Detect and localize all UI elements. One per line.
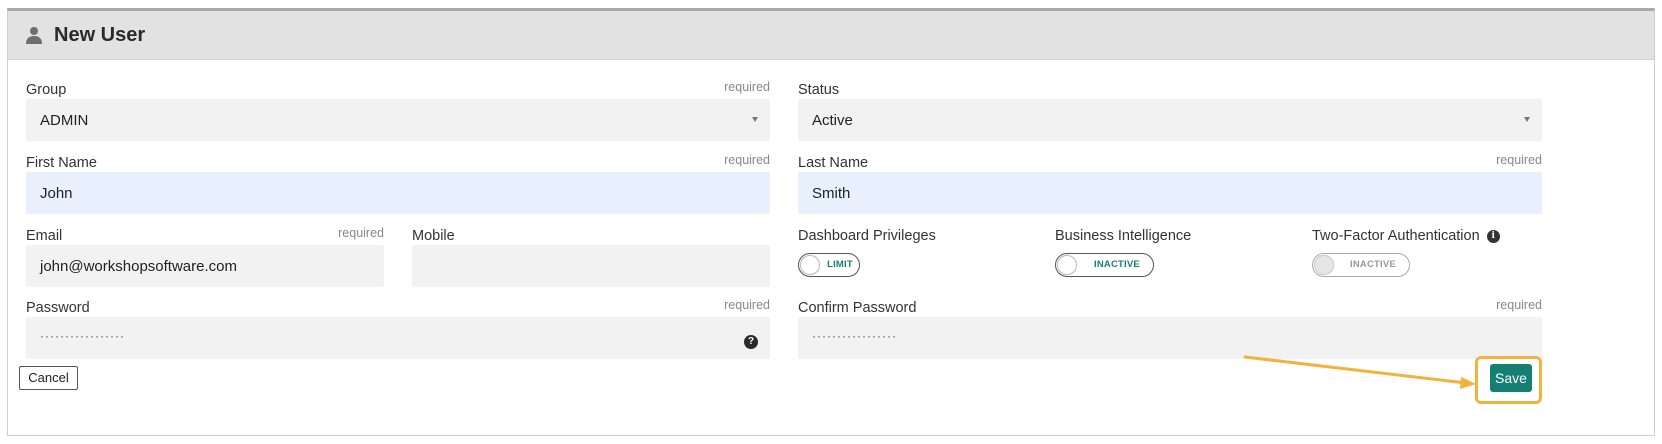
two-factor-label-row: Two-Factor Authentication i bbox=[1312, 228, 1552, 244]
info-icon[interactable]: i bbox=[1486, 229, 1500, 243]
mobile-label: Mobile bbox=[412, 228, 455, 244]
toggle-state: INACTIVE bbox=[1350, 259, 1396, 270]
first-name-label: First Name bbox=[26, 155, 97, 171]
business-intelligence-toggle[interactable]: INACTIVE bbox=[1055, 253, 1154, 277]
password-label: Password bbox=[26, 300, 90, 316]
email-field: Email required john@workshopsoftware.com bbox=[26, 226, 384, 288]
toggle-state: LIMIT bbox=[827, 259, 853, 270]
toggle-knob bbox=[1314, 255, 1334, 275]
password-input[interactable]: ················· bbox=[26, 317, 770, 359]
required-indicator: required bbox=[724, 153, 770, 167]
caret-down-icon[interactable] bbox=[752, 117, 758, 122]
group-field: Group required ADMIN bbox=[26, 80, 770, 142]
confirm-password-input[interactable]: ················· bbox=[798, 317, 1542, 359]
required-indicator: required bbox=[1496, 298, 1542, 312]
toggle-knob bbox=[800, 255, 820, 275]
dashboard-privileges-toggle[interactable]: LIMIT bbox=[798, 253, 860, 277]
two-factor-label: Two-Factor Authentication bbox=[1312, 228, 1480, 244]
last-name-field: Last Name required Smith bbox=[798, 153, 1542, 215]
panel-header: New User bbox=[8, 11, 1654, 60]
status-field: Status Active bbox=[798, 82, 1542, 142]
cancel-button[interactable]: Cancel bbox=[19, 366, 78, 390]
confirm-password-label: Confirm Password bbox=[798, 300, 917, 316]
save-button[interactable]: Save bbox=[1490, 364, 1532, 392]
first-name-input[interactable]: John bbox=[26, 172, 770, 214]
email-label: Email bbox=[26, 228, 63, 244]
required-indicator: required bbox=[338, 226, 384, 240]
last-name-label: Last Name bbox=[798, 155, 869, 171]
dashboard-privileges-group: Dashboard Privileges LIMIT bbox=[798, 228, 1038, 280]
business-intelligence-group: Business Intelligence INACTIVE bbox=[1055, 228, 1295, 280]
required-indicator: required bbox=[724, 298, 770, 312]
page-title: New User bbox=[54, 23, 146, 46]
mobile-input[interactable] bbox=[412, 245, 770, 287]
confirm-password-field: Confirm Password required ··············… bbox=[798, 298, 1542, 360]
group-select[interactable]: ADMIN bbox=[26, 99, 770, 141]
last-name-input[interactable]: Smith bbox=[798, 172, 1542, 214]
required-indicator: required bbox=[724, 80, 770, 94]
mobile-field: Mobile bbox=[412, 228, 770, 288]
two-factor-group: Two-Factor Authentication i INACTIVE bbox=[1312, 228, 1552, 280]
email-input[interactable]: john@workshopsoftware.com bbox=[26, 245, 384, 287]
business-intelligence-label: Business Intelligence bbox=[1055, 228, 1192, 244]
first-name-field: First Name required John bbox=[26, 153, 770, 215]
status-select[interactable]: Active bbox=[798, 99, 1542, 141]
dashboard-privileges-label: Dashboard Privileges bbox=[798, 228, 936, 244]
toggle-knob bbox=[1057, 255, 1077, 275]
group-label: Group bbox=[26, 82, 67, 98]
question-circle-icon[interactable]: ? bbox=[744, 335, 758, 349]
required-indicator: required bbox=[1496, 153, 1542, 167]
new-user-panel: New User bbox=[7, 8, 1655, 436]
toggle-state: INACTIVE bbox=[1094, 259, 1140, 270]
user-icon bbox=[26, 27, 42, 44]
password-field: Password required ················· ? bbox=[26, 298, 770, 360]
two-factor-toggle[interactable]: INACTIVE bbox=[1312, 253, 1410, 277]
caret-down-icon[interactable] bbox=[1524, 117, 1530, 122]
status-label: Status bbox=[798, 82, 840, 98]
